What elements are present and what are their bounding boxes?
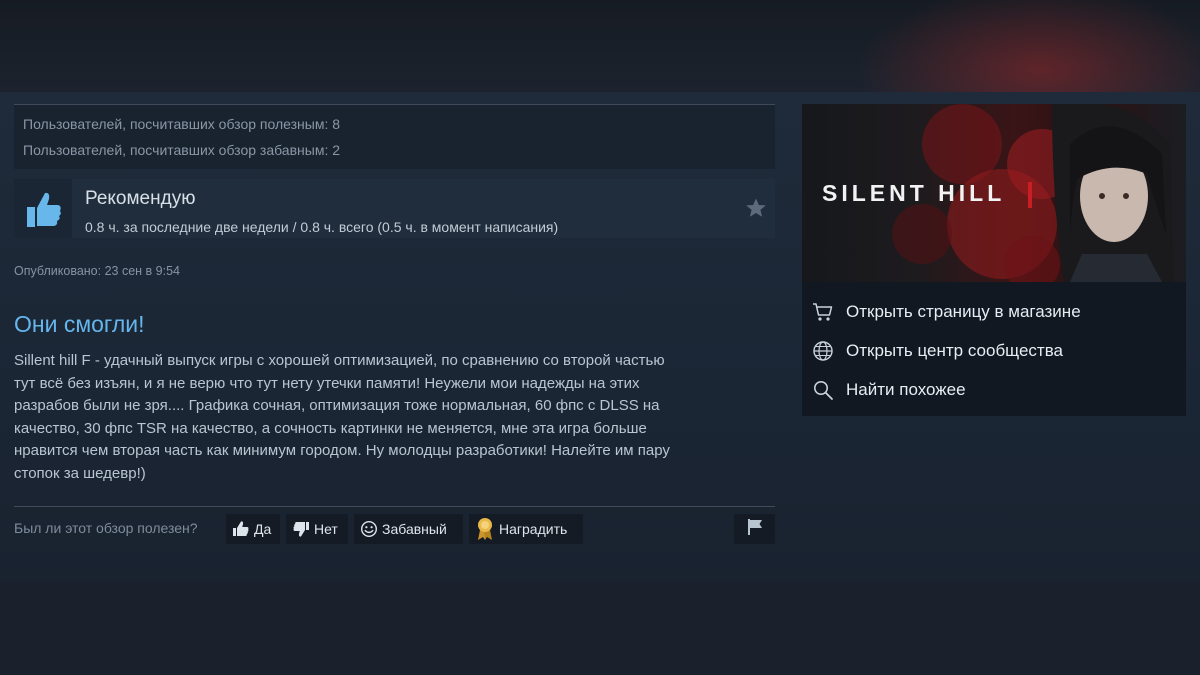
posted-date: Опубликовано: 23 сен в 9:54	[14, 264, 180, 278]
playtime: 0.8 ч. за последние две недели / 0.8 ч. …	[85, 219, 559, 235]
review-line: качество, 30 фпс TSR на качество, а сочн…	[14, 419, 647, 437]
rate-yes-button[interactable]: Да	[226, 514, 280, 544]
review-line: стопок за шедевр!)	[14, 464, 146, 482]
review-line: нравится чем вторая часть как минимум го…	[14, 442, 670, 459]
divider	[14, 506, 775, 507]
thumbs-up-icon	[232, 520, 250, 538]
rate-funny-button[interactable]: Забавный	[354, 514, 463, 544]
footer-background	[0, 582, 1200, 675]
report-button[interactable]	[734, 514, 775, 544]
globe-icon	[812, 340, 834, 362]
review-line: разрабов были не зря.... Графика сочная,…	[14, 397, 660, 414]
thumbs-down-icon	[292, 520, 310, 538]
header-background	[0, 0, 1200, 92]
search-icon	[812, 379, 834, 401]
cart-icon	[812, 301, 834, 323]
open-store-label: Открыть страницу в магазине	[846, 302, 1081, 321]
verdict-title: Рекомендую	[85, 188, 196, 209]
rate-no-label: Нет	[314, 521, 338, 537]
review-line: тут всё без изъян, и я не верю что тут н…	[14, 374, 640, 392]
review-line: Sillent hill F - удачный выпуск игры с х…	[14, 352, 665, 369]
open-community-label: Открыть центр сообщества	[846, 341, 1064, 360]
find-similar-label: Найти похожее	[846, 380, 966, 399]
rate-no-button[interactable]: Нет	[286, 514, 348, 544]
award-label: Наградить	[499, 521, 568, 537]
game-capsule-image[interactable]: SILENT HILL	[802, 104, 1186, 282]
thumbs-up-icon	[14, 179, 72, 238]
rate-yes-label: Да	[254, 521, 272, 537]
find-similar-link[interactable]: Найти похожее	[812, 378, 966, 402]
award-medal-icon	[475, 517, 495, 541]
review-body: Sillent hill F - удачный выпуск игры с х…	[14, 350, 776, 485]
smiley-icon	[360, 520, 378, 538]
game-side-panel: SILENT HILL Открыть страницу в магазине …	[802, 104, 1186, 416]
helpful-count: Пользователей, посчитавших обзор полезны…	[23, 116, 341, 132]
helpful-question: Был ли этот обзор полезен?	[14, 520, 198, 536]
review-verdict: Рекомендую 0.8 ч. за последние две недел…	[14, 179, 775, 238]
funny-count: Пользователей, посчитавших обзор забавны…	[23, 142, 341, 158]
open-store-link[interactable]: Открыть страницу в магазине	[812, 300, 1081, 324]
award-button[interactable]: Наградить	[469, 514, 583, 544]
review-title: Они смогли!	[14, 311, 145, 337]
star-icon[interactable]	[745, 197, 767, 219]
game-logo: SILENT HILL	[822, 180, 1006, 206]
review-stats: Пользователей, посчитавших обзор полезны…	[14, 104, 775, 169]
open-community-link[interactable]: Открыть центр сообщества	[812, 339, 1063, 363]
rate-funny-label: Забавный	[382, 521, 447, 537]
flag-icon	[745, 518, 765, 541]
